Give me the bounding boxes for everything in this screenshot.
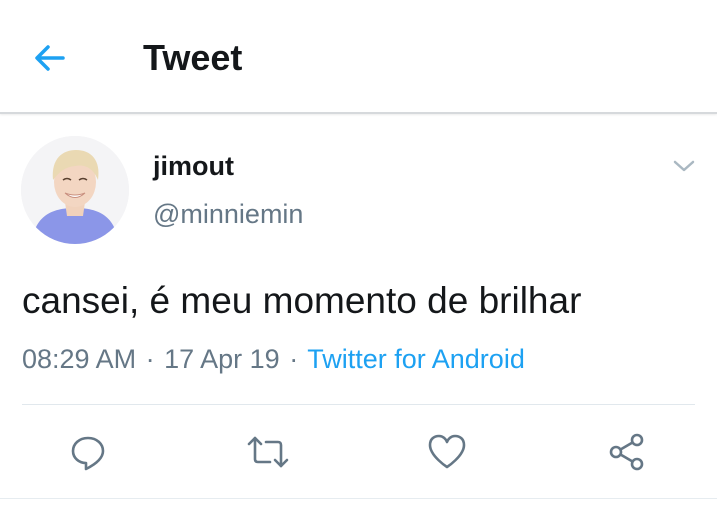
display-name[interactable]: jimout (153, 150, 234, 182)
tweet-text: cansei, é meu momento de brilhar (22, 280, 582, 321)
top-app-bar: Tweet (0, 0, 717, 114)
separator: · (289, 344, 299, 374)
tweet-actions-bar (0, 424, 717, 480)
tweet-metadata: 08:29 AM · 17 Apr 19 · Twitter for Andro… (22, 342, 525, 376)
reply-icon (71, 436, 105, 471)
retweet-icon (247, 436, 289, 468)
like-button[interactable] (425, 430, 469, 474)
retweet-button[interactable] (246, 430, 290, 474)
tweet-menu-button[interactable] (668, 152, 700, 180)
divider (22, 404, 695, 405)
tweet-time: 08:29 AM (22, 344, 137, 374)
share-button[interactable] (605, 430, 649, 474)
heart-icon (428, 434, 466, 469)
arrow-left-icon (35, 45, 65, 71)
tweet-date: 17 Apr 19 (164, 344, 280, 374)
avatar[interactable] (21, 136, 129, 244)
separator: · (145, 344, 155, 374)
chevron-down-icon (673, 160, 695, 172)
share-icon (609, 433, 644, 471)
back-button[interactable] (28, 36, 72, 80)
reply-button[interactable] (66, 430, 110, 474)
divider (0, 498, 717, 499)
page-title: Tweet (143, 37, 243, 78)
user-handle[interactable]: @minniemin (153, 198, 303, 230)
profile-photo (21, 136, 129, 244)
tweet-source-link[interactable]: Twitter for Android (307, 344, 525, 374)
